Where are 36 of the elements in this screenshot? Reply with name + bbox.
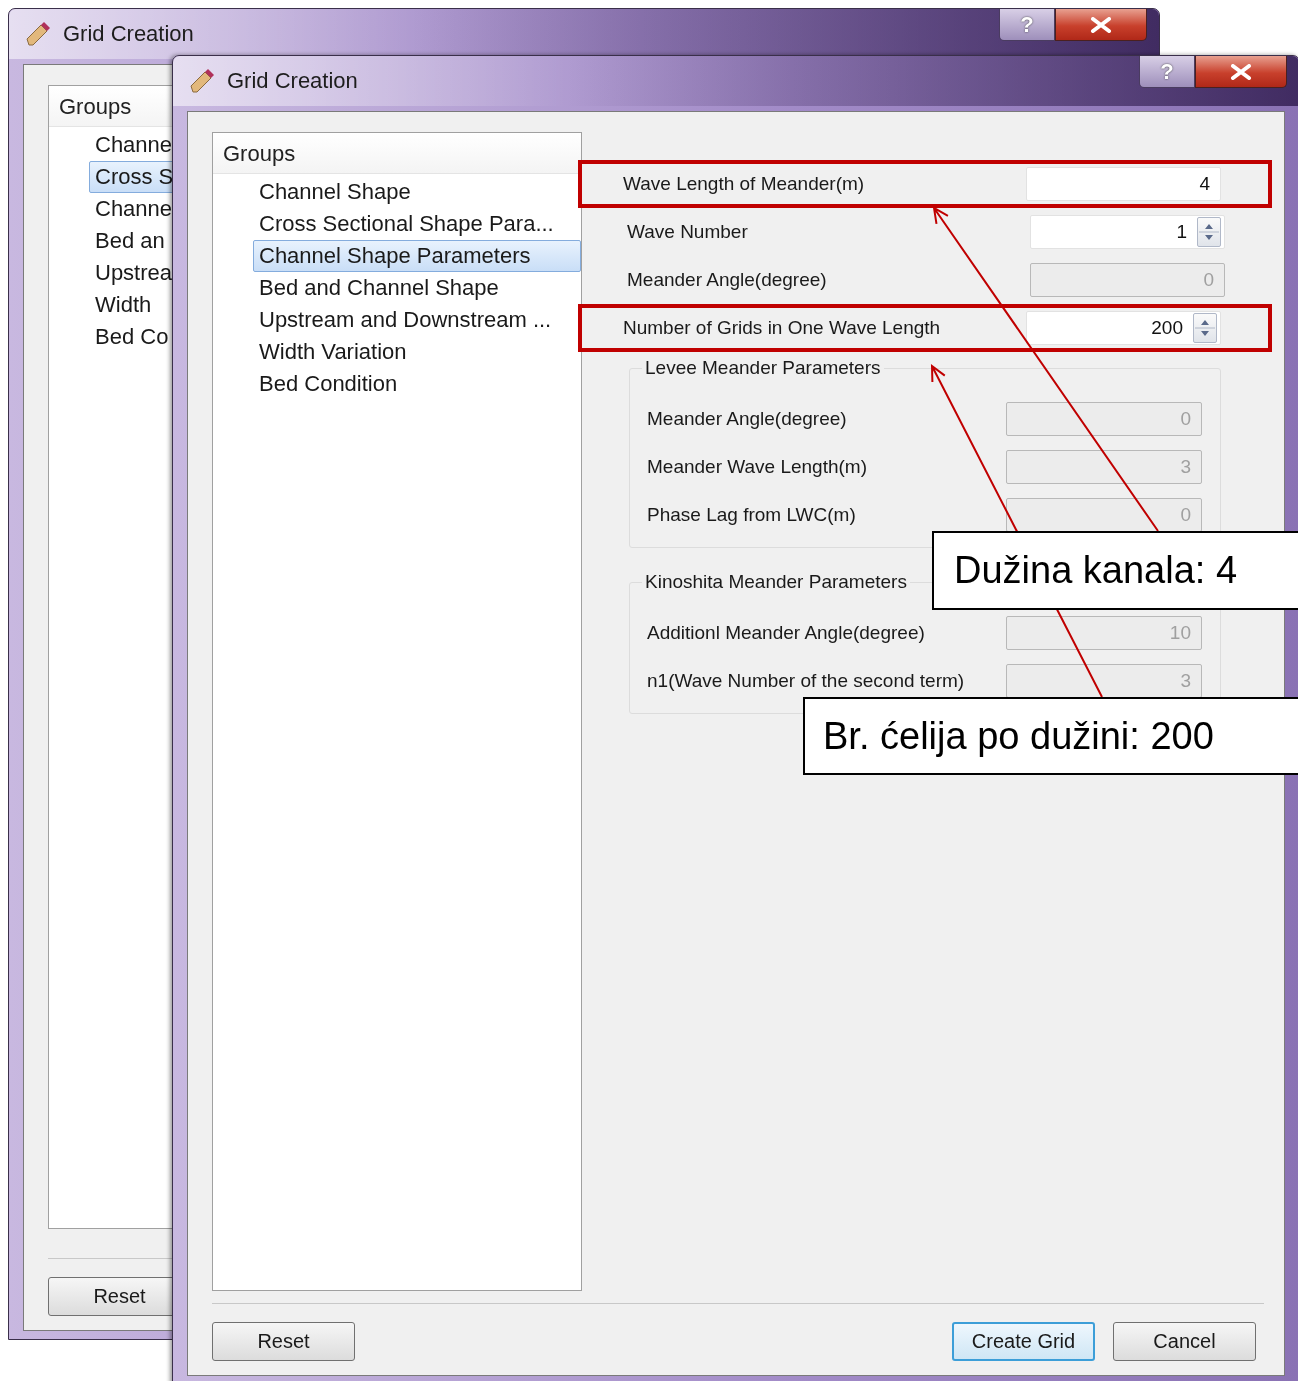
close-button[interactable] <box>1055 9 1147 41</box>
list-item[interactable]: Width <box>89 289 158 321</box>
close-button[interactable] <box>1195 56 1287 88</box>
list-item[interactable]: Upstream and Downstream ... <box>253 304 558 336</box>
field-label: Phase Lag from LWC(m) <box>647 504 857 526</box>
field-label: Wave Length of Meander(m) <box>623 173 866 195</box>
spin-box[interactable]: 1 <box>1030 215 1225 249</box>
dialog-button[interactable]: Create Grid <box>952 1322 1095 1361</box>
close-icon <box>1230 63 1252 80</box>
field-label: Meander Wave Length(m) <box>647 456 868 478</box>
field-label: Wave Number <box>627 221 749 243</box>
field-label: Meander Angle(degree) <box>627 269 828 291</box>
list-item[interactable]: Bed an <box>89 225 171 257</box>
list-item[interactable]: Bed Condition <box>253 368 404 400</box>
pencil-icon <box>189 68 215 94</box>
list-item[interactable]: Channel Shape <box>253 176 417 208</box>
window-title: Grid Creation <box>63 21 195 47</box>
dialog-button[interactable]: Reset <box>212 1322 355 1361</box>
list-item[interactable]: Bed and Channel Shape <box>253 272 505 304</box>
callout-label: Dužina kanala: 4 <box>932 531 1298 610</box>
spin-box[interactable]: 200 <box>1026 311 1221 345</box>
field-label: n1(Wave Number of the second term) <box>647 670 966 692</box>
dialog-button[interactable]: Cancel <box>1113 1322 1256 1361</box>
field-label: Meander Angle(degree) <box>647 408 848 430</box>
list-item[interactable]: Cross Sectional Shape Para... <box>253 208 560 240</box>
input-field[interactable]: 4 <box>1026 167 1221 201</box>
pencil-icon <box>25 21 51 47</box>
list-item[interactable]: Channel Shape Parameters <box>253 240 581 272</box>
field-label: Number of Grids in One Wave Length <box>623 317 942 339</box>
spin-arrows-icon[interactable] <box>1193 313 1217 343</box>
list-item[interactable]: Width Variation <box>253 336 413 368</box>
field-label: Additionl Meander Angle(degree) <box>647 622 926 644</box>
list-item[interactable]: Bed Co <box>89 321 175 353</box>
close-icon <box>1090 16 1112 33</box>
spin-arrows-icon[interactable] <box>1197 217 1221 247</box>
callout-label: Br. ćelija po dužini: 200 <box>803 697 1298 775</box>
